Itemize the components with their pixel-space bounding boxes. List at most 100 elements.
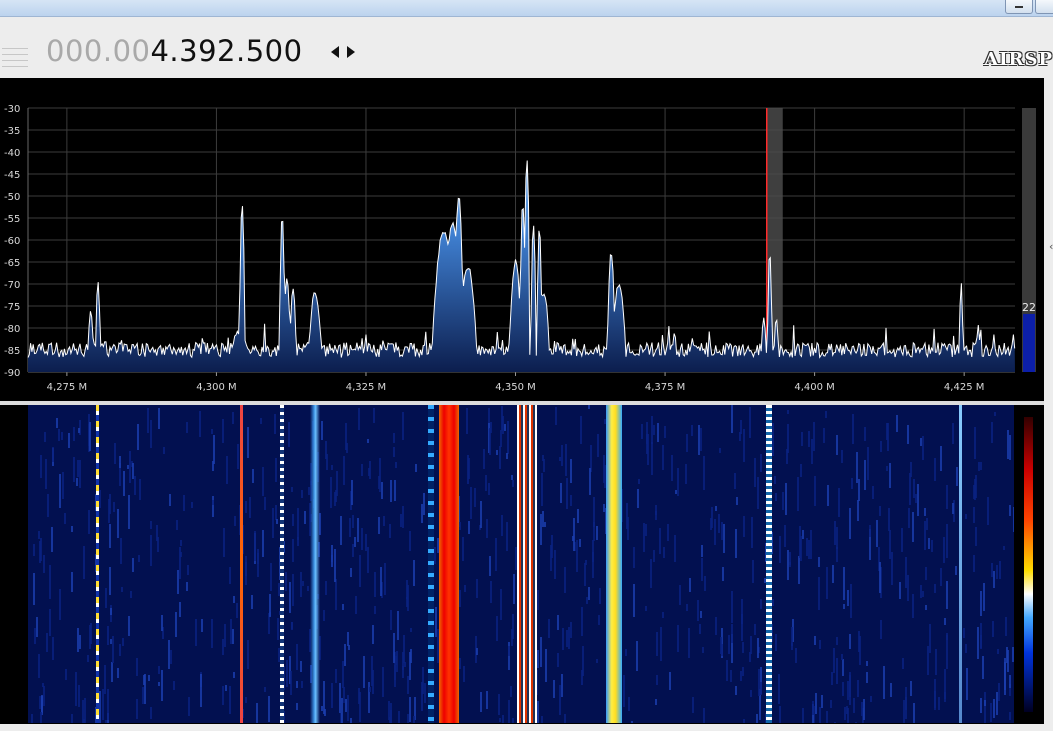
frequency-value[interactable]: 4.392.500 [150,34,302,68]
waterfall-noise [233,596,235,603]
waterfall-noise [679,585,681,605]
waterfall-noise [715,617,717,635]
maximize-button[interactable] [1035,0,1053,14]
waterfall-noise [490,581,492,603]
waterfall-noise [245,697,247,703]
spectrum-plot[interactable]: -30 -35 -40 -45 -50 -55 -60 -65 -70 -75 -80 -85 -90 4… [0,78,1044,401]
waterfall-noise [655,699,657,705]
waterfall-noise [397,611,399,640]
waterfall-signal-trace [309,405,320,723]
waterfall-noise [407,676,409,694]
waterfall-noise [229,686,231,714]
waterfall-noise [656,632,658,656]
waterfall-noise [142,687,144,704]
waterfall-noise [940,446,942,471]
waterfall-noise [656,675,658,685]
waterfall-noise [42,683,44,687]
waterfall-canvas[interactable] [28,405,1014,723]
waterfall-noise [383,516,385,526]
waterfall-noise [459,522,461,530]
waterfall-noise [467,455,469,484]
waterfall-noise [585,560,587,565]
waterfall-noise [344,644,346,666]
waterfall-noise [541,716,543,723]
waterfall-noise [743,429,745,462]
waterfall-noise [978,462,980,471]
waterfall-noise [993,571,995,588]
waterfall-noise [864,460,866,490]
waterfall-display[interactable] [0,405,1044,724]
waterfall-noise [62,472,64,499]
frequency-leading-zeros[interactable]: 000.00 [46,34,150,68]
waterfall-noise [934,458,936,481]
waterfall-noise [662,445,664,470]
waterfall-noise [798,556,800,584]
waterfall-noise [398,711,400,723]
waterfall-noise [983,583,985,611]
waterfall-noise [905,687,907,719]
waterfall-noise [512,614,514,639]
spectrum-analyzer[interactable]: -30 -35 -40 -45 -50 -55 -60 -65 -70 -75 -80 -85 -90 4… [0,78,1044,401]
waterfall-noise [462,537,464,561]
waterfall-noise [1013,507,1014,532]
y-tick-label: -60 [4,236,20,247]
waterfall-noise [36,617,38,637]
waterfall-noise [393,633,395,663]
frequency-display[interactable]: 000.004.392.500 [46,33,303,69]
waterfall-noise [741,599,743,624]
waterfall-noise [464,585,466,592]
waterfall-noise [987,497,989,525]
waterfall-noise [851,478,853,489]
waterfall-noise [373,408,375,423]
waterfall-noise [879,506,881,516]
gain-value[interactable]: 22 [1022,301,1036,314]
waterfall-noise [485,475,487,491]
waterfall-noise [341,698,343,723]
waterfall-noise [139,479,141,500]
waterfall-noise [905,557,907,588]
waterfall-noise [742,667,744,676]
waterfall-noise [272,508,274,538]
waterfall-noise [1006,647,1008,663]
waterfall-noise [297,508,299,540]
waterfall-noise [500,589,502,620]
waterfall-noise [335,490,337,502]
waterfall-noise [71,526,73,532]
waterfall-noise [132,558,134,572]
waterfall-noise [150,535,152,566]
minimize-button[interactable] [1005,0,1033,14]
waterfall-noise [507,421,509,454]
waterfall-noise [750,690,752,697]
waterfall-noise [43,686,45,706]
x-tick-label: 4,325 M [346,382,386,393]
waterfall-noise [836,527,838,549]
waterfall-noise [544,522,546,527]
waterfall-noise [150,707,152,719]
collapsed-panel-handle[interactable]: ‹ [1049,240,1053,253]
waterfall-noise [187,565,189,575]
waterfall-noise [702,647,704,653]
waterfall-noise [849,508,851,539]
waterfall-noise [657,423,659,442]
waterfall-noise [127,465,129,469]
waterfall-noise [669,672,671,690]
waterfall-noise [757,477,759,509]
waterfall-noise [347,695,349,721]
waterfall-noise [599,588,601,604]
waterfall-signal-trace [279,405,284,723]
waterfall-noise [363,656,365,688]
waterfall-noise [541,473,543,506]
waterfall-noise [735,529,737,558]
waterfall-noise [734,473,736,489]
tune-arrows-icon[interactable] [330,44,356,60]
waterfall-noise [252,469,254,483]
waterfall-noise [562,628,564,650]
waterfall-noise [778,674,780,704]
waterfall-noise [984,700,986,706]
waterfall-noise [870,696,872,702]
waterfall-noise [728,635,730,654]
waterfall-noise [980,462,982,470]
waterfall-noise [331,545,333,567]
waterfall-noise [404,662,406,667]
waterfall-noise [825,411,827,418]
